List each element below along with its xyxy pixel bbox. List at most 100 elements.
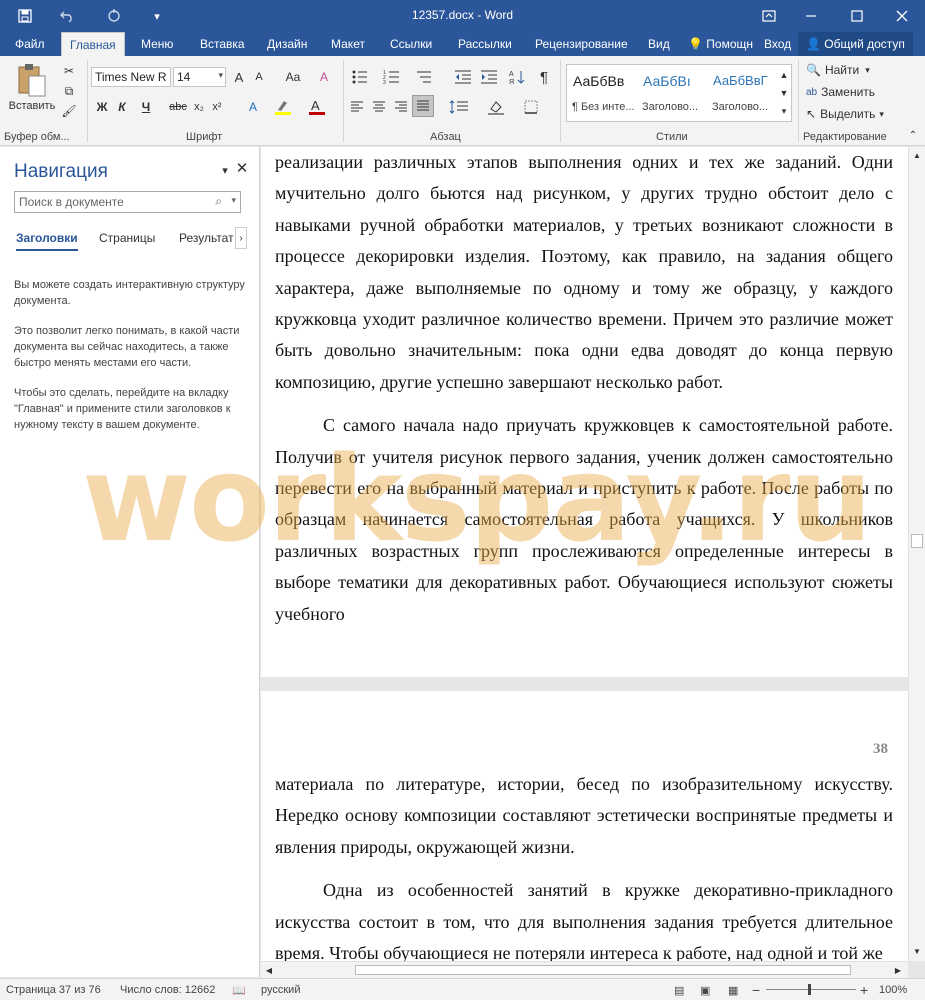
share-button[interactable]: 👤 Общий доступ [798,32,913,56]
scroll-down-icon[interactable]: ▼ [911,945,923,957]
scroll-right-icon[interactable]: ▶ [892,964,904,976]
scroll-left-icon[interactable]: ◀ [263,964,275,976]
tab-mailings[interactable]: Рассылки [450,32,520,56]
zoom-slider[interactable] [766,989,856,990]
decrease-indent-icon[interactable] [452,67,474,87]
select-button[interactable]: ↖ Выделить ▾ [806,105,916,123]
tab-pages[interactable]: Страницы [99,231,155,245]
tab-layout[interactable]: Макет [323,32,373,56]
font-color-icon[interactable]: A [304,97,334,117]
read-mode-icon[interactable]: ▤ [674,984,684,997]
zoom-level[interactable]: 100% [879,984,907,996]
shading-icon[interactable] [482,97,512,117]
tab-references[interactable]: Ссылки [382,32,440,56]
multilevel-list-icon[interactable] [412,67,442,87]
font-size-combo[interactable]: 14 ▾ [173,67,226,87]
find-button[interactable]: 🔍 Найти ▾ [806,61,916,79]
close-icon[interactable] [879,0,925,32]
scroll-up-icon[interactable]: ▲ [911,149,923,161]
tab-review[interactable]: Рецензирование [527,32,636,56]
increase-indent-icon[interactable] [478,67,500,87]
copy-icon[interactable]: ⧉ [60,82,78,100]
line-spacing-icon[interactable] [444,97,474,117]
justify-icon[interactable] [412,95,434,117]
tab-insert[interactable]: Вставка [192,32,253,56]
hscroll-thumb[interactable] [355,965,851,975]
subscript-button[interactable]: x₂ [190,97,208,117]
style-normal[interactable]: АаБбВв ¶ Без инте... [569,67,637,119]
help-label: Помощн [706,37,754,51]
numbering-icon[interactable]: 123 [380,67,410,87]
nav-search-input[interactable]: Поиск в документе ⌕ ▾ [14,191,241,213]
cut-icon[interactable]: ✂ [60,62,78,80]
proofing-icon[interactable]: 📖 [232,984,246,997]
cursor-icon: ↖ [806,107,817,121]
strikethrough-button[interactable]: abc [167,97,189,117]
word-count[interactable]: Число слов: 12662 [120,984,215,996]
styles-up-icon[interactable]: ▲ [777,67,791,83]
underline-button[interactable]: Ч [136,97,156,117]
sort-icon[interactable]: AЯ [506,67,528,87]
change-case-button[interactable]: Aa [278,67,308,87]
svg-text:Я: Я [509,79,514,85]
collapse-ribbon-icon[interactable]: ⌃ [905,128,921,142]
page-indicator[interactable]: Страница 37 из 76 [6,984,101,996]
paragraph: Одна из особенностей занятий в кружке де… [275,880,893,961]
borders-icon[interactable] [516,97,546,117]
style-heading1[interactable]: АаБбВı Заголово... [639,67,707,119]
zoom-in-button[interactable]: + [860,982,868,998]
style-name: ¶ Без инте... [572,101,635,113]
signin-button[interactable]: Вход [756,32,799,56]
group-divider [798,60,799,142]
tab-design[interactable]: Дизайн [259,32,315,56]
highlight-icon[interactable] [270,97,300,117]
chevron-right-icon[interactable]: › [235,227,247,249]
align-right-icon[interactable] [392,97,410,117]
styles-more-icon[interactable]: ▾ [777,103,791,119]
styles-down-icon[interactable]: ▼ [777,85,791,101]
clear-format-icon[interactable]: A [314,67,334,87]
paste-icon[interactable] [10,60,54,100]
minimize-icon[interactable] [788,0,834,32]
nav-options-icon[interactable]: ▾ [218,163,232,177]
replace-button[interactable]: ab Заменить [806,83,916,101]
bold-button[interactable]: Ж [93,97,111,117]
shrink-font-button[interactable]: A [250,67,268,87]
pilcrow-icon[interactable]: ¶ [534,67,554,87]
tab-headings[interactable]: Заголовки [16,231,78,251]
font-name-combo[interactable]: Times New R [91,67,171,87]
person-icon: 👤 [806,37,821,51]
text-effects-icon[interactable]: A [240,97,266,117]
document-area[interactable]: реализации различных этапов выполнения о… [261,147,908,961]
italic-button[interactable]: К [113,97,131,117]
paste-button[interactable]: Вставить [5,98,59,114]
paragraph: реализации различных этапов выполнения о… [275,152,893,392]
superscript-button[interactable]: x² [208,97,226,117]
ribbon-display-icon[interactable] [746,0,792,32]
tab-file[interactable]: Файл [7,32,53,56]
tab-view[interactable]: Вид [640,32,678,56]
tab-results[interactable]: Результат [179,231,234,245]
align-center-icon[interactable] [370,97,388,117]
status-bar: Страница 37 из 76 Число слов: 12662 📖 ру… [0,978,925,1000]
align-left-icon[interactable] [348,97,366,117]
chevron-down-icon[interactable]: ▾ [231,195,236,206]
vertical-scrollbar[interactable]: ▲ ▼ [908,147,925,961]
zoom-thumb[interactable] [808,984,811,995]
print-layout-icon[interactable]: ▣ [700,984,710,997]
bullets-icon[interactable] [348,67,378,87]
help-button[interactable]: 💡 Помощн [680,32,761,56]
style-heading2[interactable]: АаБбВвГ Заголово... [709,67,777,119]
scroll-thumb[interactable] [911,534,923,548]
nav-close-icon[interactable]: ✕ [234,160,250,177]
horizontal-scrollbar[interactable]: ◀ ▶ [261,961,908,978]
web-layout-icon[interactable]: ▦ [728,984,738,997]
search-icon[interactable]: ⌕ [215,194,222,209]
tab-home[interactable]: Главная [61,32,125,56]
zoom-out-button[interactable]: − [752,982,760,998]
language-indicator[interactable]: русский [261,984,300,996]
tab-menu[interactable]: Меню [133,32,181,56]
maximize-icon[interactable] [834,0,880,32]
format-painter-icon[interactable]: 🖌 [60,102,78,120]
grow-font-button[interactable]: A [230,67,248,87]
